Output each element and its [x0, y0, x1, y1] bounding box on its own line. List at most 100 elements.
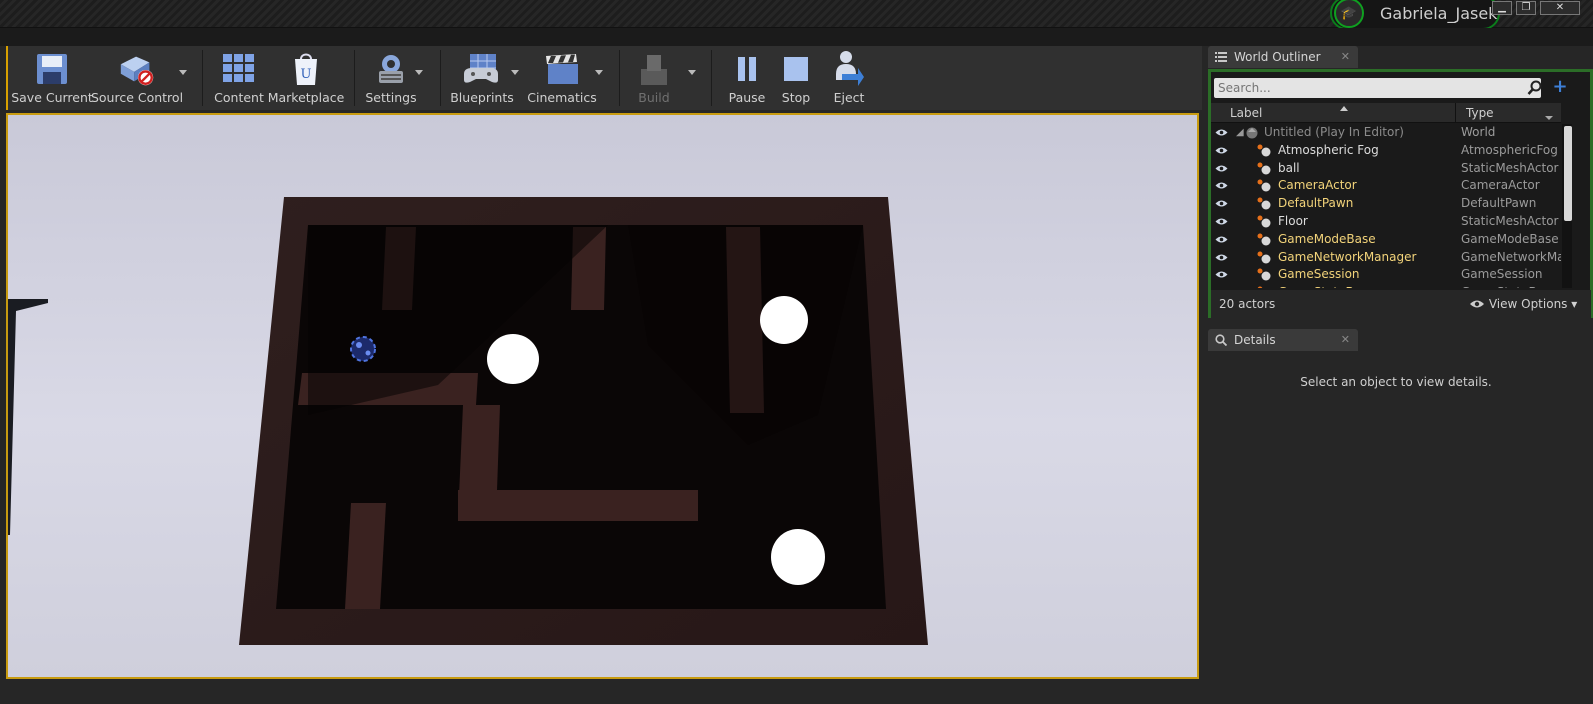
actor-icon [1257, 233, 1271, 246]
close-tab-icon[interactable]: ✕ [1341, 329, 1350, 351]
restore-button[interactable]: ❐ [1516, 1, 1536, 15]
actor-row[interactable]: GameModeBase GameModeBase [1211, 231, 1561, 249]
side-wall [8, 299, 48, 535]
user-badge[interactable]: 🎓 Gabriela_Jasek [1330, 0, 1500, 30]
actor-icon [1257, 251, 1271, 264]
visibility-eye-icon[interactable] [1215, 164, 1228, 173]
marketplace-button[interactable]: U Marketplace [268, 50, 344, 106]
actor-type: AtmosphericFog [1461, 142, 1558, 157]
visibility-eye-icon[interactable] [1215, 128, 1228, 137]
blueprints-icon [462, 50, 502, 88]
scrollbar-thumb[interactable] [1564, 126, 1572, 221]
actor-label: GameSession [1278, 267, 1360, 282]
actor-type: StaticMeshActor [1461, 160, 1559, 175]
outliner-scrollbar[interactable] [1562, 124, 1572, 288]
actor-type: World [1461, 125, 1496, 139]
cinematics-dropdown[interactable] [595, 70, 603, 75]
actor-label: GameNetworkManager [1278, 249, 1417, 264]
actor-row[interactable]: Floor StaticMeshActor [1211, 213, 1561, 231]
cinematics-button[interactable]: Cinematics [527, 50, 597, 106]
actor-count: 20 actors [1219, 297, 1276, 311]
actor-row[interactable]: ◢ Untitled (Play In Editor) World [1211, 124, 1561, 142]
actor-row[interactable]: GameSession GameSession [1211, 266, 1561, 284]
type-column-header[interactable]: Type [1466, 106, 1494, 120]
title-bar: 🎓 Gabriela_Jasek ▁ ❐ ✕ [0, 0, 1593, 30]
actor-label: ball [1278, 160, 1300, 175]
graduation-cap-icon: 🎓 [1334, 0, 1364, 28]
close-button[interactable]: ✕ [1540, 1, 1580, 15]
settings-dropdown[interactable] [415, 70, 423, 75]
toolbar-separator [440, 50, 441, 106]
world-icon [1246, 127, 1258, 139]
actor-type: GameModeBase [1461, 231, 1559, 246]
source-control-button[interactable]: Source Control [91, 50, 183, 106]
user-name: Gabriela_Jasek [1380, 3, 1498, 23]
settings-icon [371, 50, 411, 88]
actor-label: Untitled (Play In Editor) [1264, 125, 1404, 139]
visibility-eye-icon[interactable] [1215, 253, 1228, 262]
actor-icon [1257, 179, 1271, 192]
stop-button[interactable]: Stop [776, 50, 816, 106]
close-tab-icon[interactable]: ✕ [1341, 46, 1350, 68]
tab-label: World Outliner [1234, 50, 1321, 64]
actor-type: DefaultPawn [1461, 196, 1537, 211]
main-toolbar: Save Current Source Control Content U Ma… [6, 46, 1202, 110]
search-icon[interactable] [1527, 80, 1543, 96]
visibility-eye-icon[interactable] [1215, 181, 1228, 190]
actor-row[interactable]: GameStateBase GameStateBase [1211, 284, 1561, 288]
actor-icon [1257, 197, 1271, 210]
visibility-eye-icon[interactable] [1215, 199, 1228, 208]
actor-icon [1257, 286, 1263, 288]
level-viewport[interactable] [6, 113, 1199, 679]
minimize-button[interactable]: ▁ [1492, 1, 1512, 15]
build-button[interactable]: Build [630, 50, 678, 106]
details-empty-message: Select an object to view details. [1300, 375, 1492, 389]
visibility-eye-icon[interactable] [1215, 146, 1228, 155]
blueprints-dropdown[interactable] [511, 70, 519, 75]
tab-details[interactable]: Details ✕ [1208, 329, 1358, 351]
visibility-eye-icon[interactable] [1215, 235, 1228, 244]
actor-label: GameStateBase [1278, 284, 1375, 288]
actor-icon [1257, 162, 1271, 175]
actor-icon [1257, 144, 1271, 157]
cinematics-icon [542, 50, 582, 88]
marketplace-icon: U [286, 50, 326, 88]
label-column-header[interactable]: Label [1230, 106, 1262, 120]
actor-label: Floor [1278, 213, 1308, 228]
build-icon [634, 50, 674, 88]
chevron-down-icon[interactable] [1545, 116, 1553, 120]
save-current-button[interactable]: Save Current [11, 50, 93, 106]
toolbar-separator [619, 50, 620, 106]
stop-icon [776, 50, 816, 88]
list-icon [1215, 52, 1227, 62]
build-dropdown[interactable] [688, 70, 696, 75]
actor-label: GameModeBase [1278, 231, 1376, 246]
actor-row[interactable]: ball StaticMeshActor [1211, 160, 1561, 178]
actor-row[interactable]: DefaultPawn DefaultPawn [1211, 195, 1561, 213]
view-options-button[interactable]: View Options ▾ [1469, 290, 1577, 318]
outliner-search-input[interactable] [1214, 78, 1541, 98]
toolbar-separator [354, 50, 355, 106]
toolbar-separator [711, 50, 712, 106]
menu-strip [0, 28, 1593, 46]
settings-button[interactable]: Settings [364, 50, 418, 106]
actor-row[interactable]: Atmospheric Fog AtmosphericFog [1211, 142, 1561, 160]
visibility-eye-icon[interactable] [1215, 270, 1228, 279]
column-divider[interactable] [1455, 103, 1456, 123]
tab-world-outliner[interactable]: World Outliner ✕ [1208, 46, 1358, 68]
add-filter-icon[interactable]: + [1550, 78, 1570, 98]
actor-row[interactable]: GameNetworkManager GameNetworkMar [1211, 249, 1561, 267]
tree-expand-icon[interactable]: ◢ [1236, 124, 1244, 142]
eye-icon [1470, 300, 1484, 308]
save-icon [32, 50, 72, 88]
visibility-eye-icon[interactable] [1215, 217, 1228, 226]
pause-button[interactable]: Pause [724, 50, 770, 106]
content-button[interactable]: Content [214, 50, 264, 106]
source-control-dropdown[interactable] [179, 70, 187, 75]
svg-text:U: U [301, 67, 312, 82]
eject-icon [829, 50, 869, 88]
actor-row[interactable]: CameraActor CameraActor [1211, 177, 1561, 195]
blueprints-button[interactable]: Blueprints [450, 50, 514, 106]
eject-button[interactable]: Eject [826, 50, 872, 106]
ball [350, 336, 376, 362]
